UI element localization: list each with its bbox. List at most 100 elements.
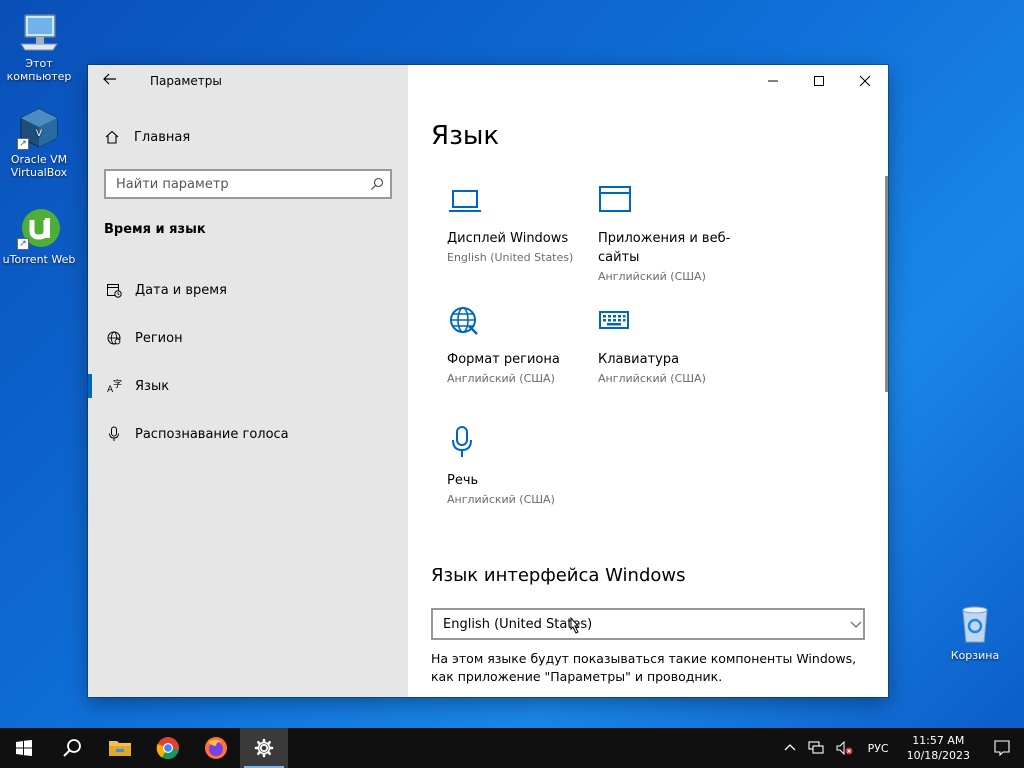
window-controls [750,65,888,97]
laptop-icon [447,183,483,219]
chevron-down-icon [849,617,863,635]
chrome-icon [156,737,179,760]
interface-language-select[interactable]: English (United States) [431,608,865,640]
tile-subtitle: Английский (США) [598,270,706,283]
window-icon [598,183,634,219]
home-button[interactable]: Главная [104,125,190,149]
section-title: Время и язык [104,222,206,237]
sidebar-item-date-time[interactable]: Дата и время [88,273,408,307]
tile-subtitle: Английский (США) [447,493,555,506]
sidebar-item-label: Регион [135,330,183,346]
home-icon [105,130,119,144]
tile-name: Формат региона [447,352,560,367]
desktop-icon-this-pc[interactable]: Этот компьютер [0,10,78,83]
notifications-button[interactable] [980,728,1024,768]
tile-keyboard[interactable]: Клавиатура Английский (США) [598,304,738,387]
search-input[interactable] [106,171,364,197]
desktop-icon-label: Oracle VM VirtualBox [10,153,68,179]
close-icon [859,75,871,87]
close-button[interactable] [842,65,888,97]
back-button[interactable] [102,71,122,91]
sidebar-item-language[interactable]: A 字 Язык [88,369,408,403]
search-taskbar-button[interactable] [48,728,96,768]
maximize-button[interactable] [796,65,842,97]
minimize-icon [768,80,778,82]
input-language-indicator[interactable]: РУС [860,742,897,755]
tile-speech[interactable]: Речь Английский (США) [447,425,587,508]
chrome-button[interactable] [144,728,192,768]
folder-icon [109,741,131,756]
back-arrow-icon [103,73,116,85]
sidebar-item-region[interactable]: Регион [88,321,408,355]
clock-time: 11:57 AM [912,734,965,747]
tile-regional-format[interactable]: Формат региона Английский (США) [447,304,587,387]
settings-window: Параметры Главная Время и язык [88,65,888,697]
page-title: Язык [431,121,500,151]
content-pane: Язык Дисплей Windows English (United Sta… [408,65,888,697]
tile-subtitle: English (United States) [447,251,574,264]
volume-button[interactable] [830,728,860,768]
region-globe-icon [104,330,124,346]
mouse-cursor-icon [568,616,582,643]
tile-apps-websites[interactable]: Приложения и веб-сайты Английский (США) [598,183,738,285]
tile-name: Речь [447,473,479,488]
tile-name: Приложения и веб-сайты [598,231,731,265]
virtualbox-icon: V ↗ [17,106,61,150]
microphone-icon [104,426,124,442]
desktop-icon-recycle-bin[interactable]: Корзина [936,602,1014,662]
settings-taskbar-button[interactable] [240,728,288,768]
system-tray: РУС 11:57 AM 10/18/2023 [778,728,1024,768]
tile-windows-display[interactable]: Дисплей Windows English (United States) [447,183,587,266]
start-button[interactable] [0,728,48,768]
globe-format-icon [447,304,483,340]
windows-logo-icon [16,740,32,756]
sidebar-item-label: Дата и время [135,282,227,298]
maximize-icon [814,76,824,86]
gear-icon [254,738,274,758]
network-icon [808,741,824,754]
network-button[interactable] [802,728,830,768]
desktop-icon-label: Корзина [950,649,1000,662]
tile-name: Дисплей Windows [447,231,569,246]
utorrent-icon: ↗ [17,206,61,250]
file-explorer-button[interactable] [96,728,144,768]
desktop-icon-virtualbox[interactable]: V ↗ Oracle VM VirtualBox [0,106,78,179]
home-label: Главная [134,129,191,145]
tile-subtitle: Английский (США) [598,372,706,385]
calendar-clock-icon [104,282,124,298]
minimize-button[interactable] [750,65,796,97]
desktop-icon-label: uTorrent Web [2,253,76,266]
title-bar[interactable]: Параметры [88,65,408,97]
svg-text:字: 字 [113,378,122,390]
firefox-button[interactable] [192,728,240,768]
search-icon[interactable] [364,177,390,191]
chevron-up-icon [784,744,796,751]
desktop-icon-label: Этот компьютер [6,57,72,83]
app-title: Параметры [150,74,222,88]
search-box[interactable] [104,169,392,199]
sidebar-item-label: Язык [135,378,170,394]
tile-name: Клавиатура [598,352,680,367]
taskbar: РУС 11:57 AM 10/18/2023 [0,728,1024,768]
sidebar: Параметры Главная Время и язык [88,65,408,697]
clock[interactable]: 11:57 AM 10/18/2023 [897,733,980,763]
firefox-icon [205,737,227,759]
sidebar-item-speech[interactable]: Распознавание голоса [88,417,408,451]
volume-muted-icon [836,741,853,755]
microphone-icon [447,425,483,461]
sidebar-item-label: Распознавание голоса [135,426,289,442]
recycle-bin-icon [953,602,997,646]
search-icon [63,739,81,757]
scrollbar[interactable] [885,176,888,392]
desktop-icon-utorrent[interactable]: ↗ uTorrent Web [0,206,78,266]
show-hidden-icons-button[interactable] [778,728,802,768]
interface-language-heading: Язык интерфейса Windows [431,565,686,586]
notification-icon [994,740,1010,756]
clock-date: 10/18/2023 [906,749,970,762]
computer-icon [17,10,61,54]
svg-text:V: V [36,129,43,139]
interface-language-description: На этом языке будут показываться такие к… [431,651,857,684]
tile-subtitle: Английский (США) [447,372,555,385]
keyboard-icon [598,304,634,340]
shortcut-arrow-icon: ↗ [17,138,29,150]
